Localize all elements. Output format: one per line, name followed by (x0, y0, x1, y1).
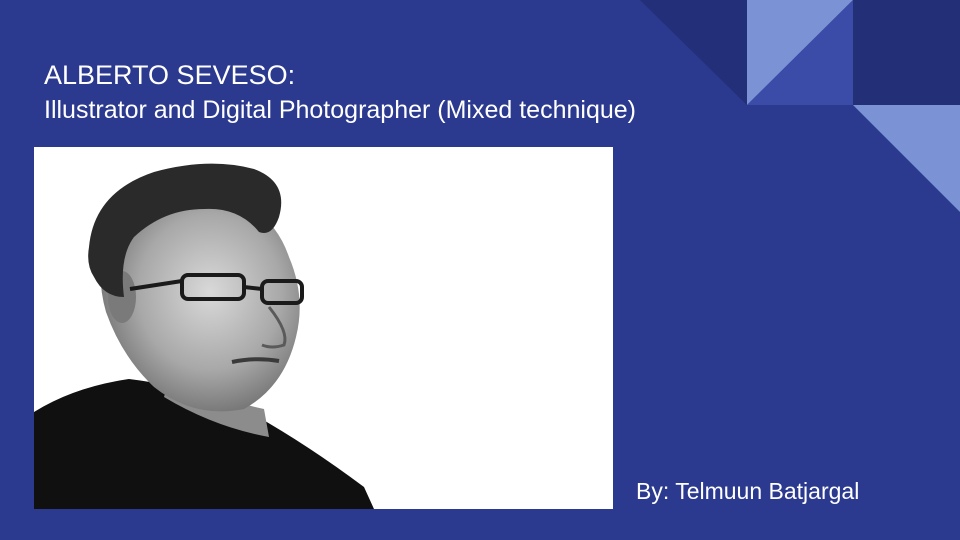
deco-dark-square-right (853, 0, 960, 105)
deco-light-triangle-right (853, 105, 960, 212)
slide-title: ALBERTO SEVESO: (44, 60, 296, 90)
deco-dark-triangle-left (640, 0, 747, 105)
portrait-image (34, 147, 613, 509)
slide-subtitle: Illustrator and Digital Photographer (Mi… (44, 96, 636, 124)
portrait-photo (34, 147, 613, 509)
slide: ALBERTO SEVESO: Illustrator and Digital … (0, 0, 960, 540)
author-byline: By: Telmuun Batjargal (636, 478, 860, 504)
